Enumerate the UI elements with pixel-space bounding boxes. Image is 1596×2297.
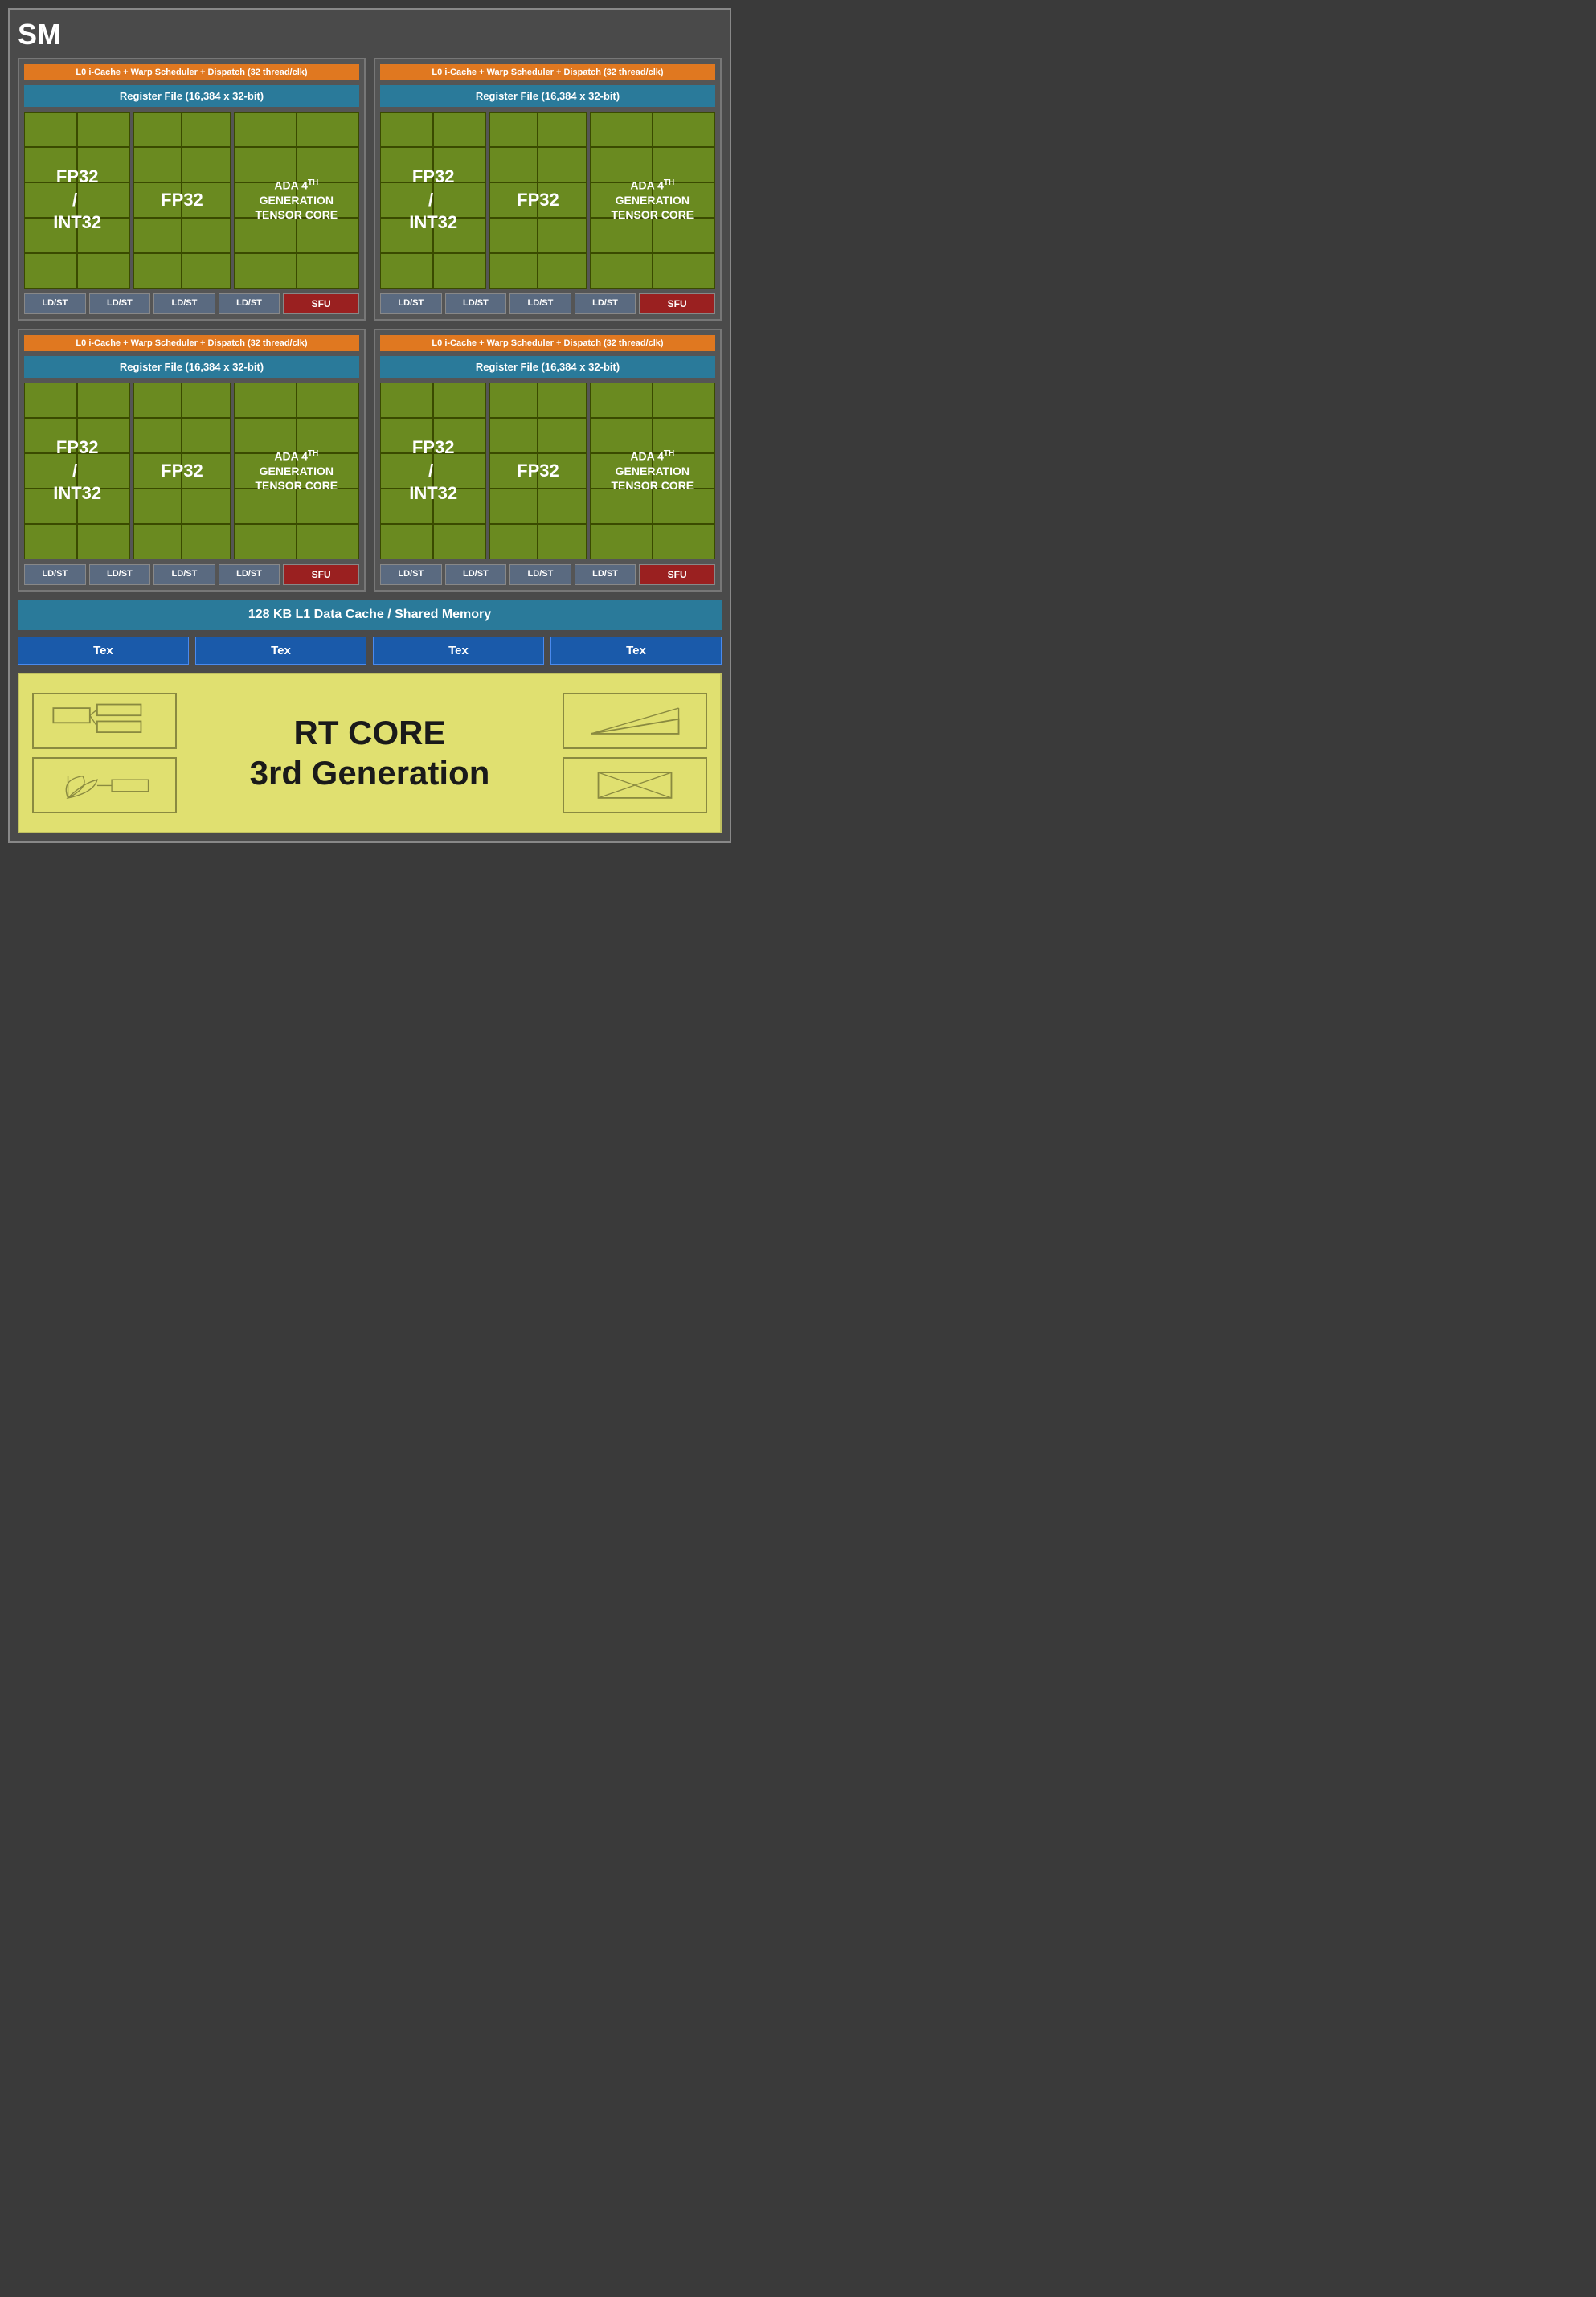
compute-section-2: FP32/ INT32 FP32 <box>24 383 359 559</box>
rt-diagram-top-right <box>563 693 707 749</box>
ldst-row-3: LD/ST LD/ST LD/ST LD/ST SFU <box>380 564 715 585</box>
register-file-bar-0: Register File (16,384 x 32-bit) <box>24 85 359 107</box>
register-file-bar-2: Register File (16,384 x 32-bit) <box>24 356 359 378</box>
fp32-col-1: FP32 <box>489 112 586 289</box>
tex-unit-2: Tex <box>373 637 544 665</box>
fp32-col-3: FP32 <box>489 383 586 559</box>
register-file-bar-3: Register File (16,384 x 32-bit) <box>380 356 715 378</box>
rt-diagram-bottom-right <box>563 757 707 813</box>
compute-section-0: FP32/ INT32 FP32 <box>24 112 359 289</box>
sfu-3: SFU <box>639 564 715 585</box>
rt-core-text: RT CORE 3rd Generation <box>243 713 497 794</box>
sfu-2: SFU <box>283 564 359 585</box>
rt-core-diagrams-right <box>497 693 708 813</box>
ldst-3-0: LD/ST <box>380 564 442 585</box>
sm-title: SM <box>18 18 722 51</box>
ldst-1-2: LD/ST <box>509 293 571 314</box>
ldst-row-1: LD/ST LD/ST LD/ST LD/ST SFU <box>380 293 715 314</box>
fp32-col-2: FP32 <box>133 383 230 559</box>
fp32-int32-col-2: FP32/ INT32 <box>24 383 130 559</box>
ldst-0-1: LD/ST <box>89 293 151 314</box>
tensor-col-1: ADA 4thGENERATIONTENSOR CORE <box>590 112 715 289</box>
quadrant-grid: L0 i-Cache + Warp Scheduler + Dispatch (… <box>18 58 722 592</box>
compute-section-3: FP32/ INT32 FP32 <box>380 383 715 559</box>
rt-core-label: RT CORE 3rd Generation <box>243 713 497 794</box>
l0-cache-bar-1: L0 i-Cache + Warp Scheduler + Dispatch (… <box>380 64 715 80</box>
register-file-bar-1: Register File (16,384 x 32-bit) <box>380 85 715 107</box>
compute-section-1: FP32/ INT32 FP32 <box>380 112 715 289</box>
ldst-0-3: LD/ST <box>219 293 280 314</box>
tex-row: Tex Tex Tex Tex <box>18 637 722 665</box>
rt-diagram-top-left <box>32 693 177 749</box>
ldst-2-1: LD/ST <box>89 564 151 585</box>
ldst-3-1: LD/ST <box>445 564 507 585</box>
fp32-col-0: FP32 <box>133 112 230 289</box>
fp32-int32-col-3: FP32/ INT32 <box>380 383 486 559</box>
l0-cache-bar-3: L0 i-Cache + Warp Scheduler + Dispatch (… <box>380 335 715 351</box>
sfu-0: SFU <box>283 293 359 314</box>
tex-unit-3: Tex <box>550 637 722 665</box>
ldst-3-2: LD/ST <box>509 564 571 585</box>
l0-cache-bar-0: L0 i-Cache + Warp Scheduler + Dispatch (… <box>24 64 359 80</box>
ldst-2-2: LD/ST <box>153 564 215 585</box>
ldst-2-0: LD/ST <box>24 564 86 585</box>
ldst-row-0: LD/ST LD/ST LD/ST LD/ST SFU <box>24 293 359 314</box>
ldst-2-3: LD/ST <box>219 564 280 585</box>
ldst-row-2: LD/ST LD/ST LD/ST LD/ST SFU <box>24 564 359 585</box>
quadrant-1: L0 i-Cache + Warp Scheduler + Dispatch (… <box>374 58 722 321</box>
fp32-int32-col-0: FP32/ INT32 <box>24 112 130 289</box>
tensor-col-2: ADA 4thGENERATIONTENSOR CORE <box>234 383 359 559</box>
rt-core-section: RT CORE 3rd Generation <box>18 673 722 833</box>
quadrant-0: L0 i-Cache + Warp Scheduler + Dispatch (… <box>18 58 366 321</box>
l1-cache-bar: 128 KB L1 Data Cache / Shared Memory <box>18 600 722 630</box>
sfu-1: SFU <box>639 293 715 314</box>
ldst-1-0: LD/ST <box>380 293 442 314</box>
tensor-col-3: ADA 4thGENERATIONTENSOR CORE <box>590 383 715 559</box>
tex-unit-1: Tex <box>195 637 366 665</box>
ldst-1-1: LD/ST <box>445 293 507 314</box>
ldst-1-3: LD/ST <box>575 293 636 314</box>
tensor-col-0: ADA 4thGENERATIONTENSOR CORE <box>234 112 359 289</box>
ldst-3-3: LD/ST <box>575 564 636 585</box>
rt-diagram-bottom-left <box>32 757 177 813</box>
tex-unit-0: Tex <box>18 637 189 665</box>
fp32-int32-col-1: FP32/ INT32 <box>380 112 486 289</box>
quadrant-3: L0 i-Cache + Warp Scheduler + Dispatch (… <box>374 329 722 592</box>
rt-core-diagrams-left <box>32 693 243 813</box>
sm-container: SM L0 i-Cache + Warp Scheduler + Dispatc… <box>8 8 731 843</box>
ldst-0-2: LD/ST <box>153 293 215 314</box>
quadrant-2: L0 i-Cache + Warp Scheduler + Dispatch (… <box>18 329 366 592</box>
ldst-0-0: LD/ST <box>24 293 86 314</box>
l0-cache-bar-2: L0 i-Cache + Warp Scheduler + Dispatch (… <box>24 335 359 351</box>
